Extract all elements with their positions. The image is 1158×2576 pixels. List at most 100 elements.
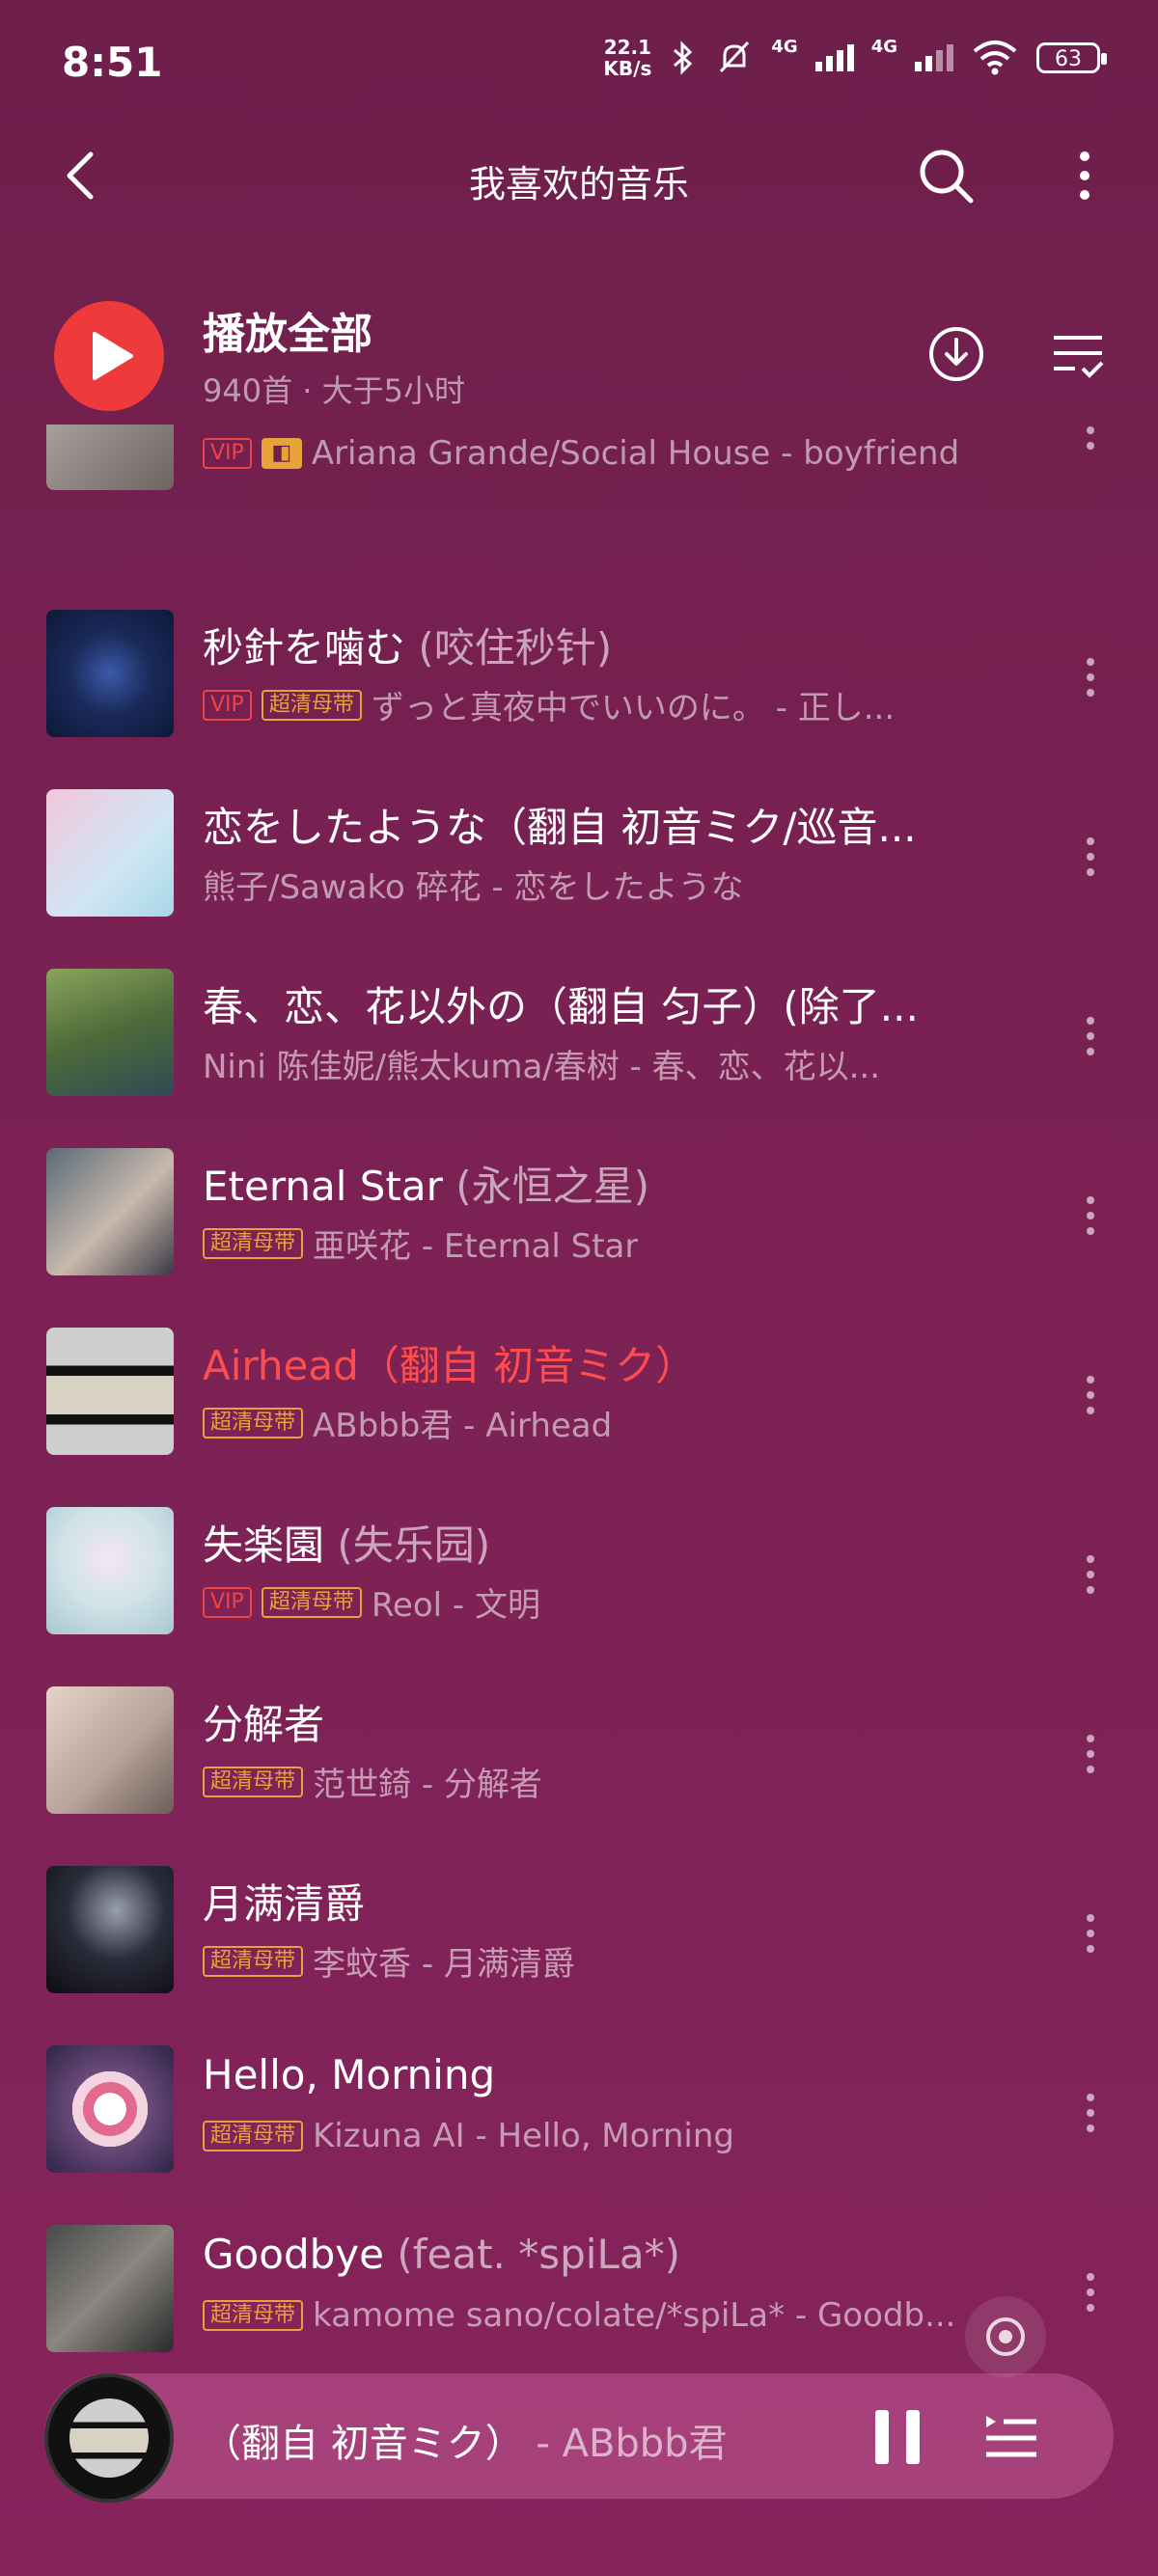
- song-more-icon[interactable]: [1071, 1725, 1110, 1783]
- mute-bell-icon: [720, 41, 750, 73]
- play-all-row[interactable]: 播放全部 940首 · 大于5小时: [0, 280, 1158, 425]
- song-title: 月满清爵: [203, 1872, 994, 1931]
- song-title: Eternal Star (永恒之星): [203, 1154, 994, 1213]
- song-title-text: Eternal Star: [203, 1163, 443, 1210]
- hq-badge: 超清母带: [203, 1945, 304, 1977]
- song-artist-album: ずっと真夜中でいいのに。 - 正し...: [371, 689, 896, 727]
- album-cover: [46, 2225, 174, 2352]
- song-title-text: Hello, Morning: [203, 2051, 496, 2098]
- song-title: 分解者: [203, 1692, 994, 1751]
- hq-badge: 超清母带: [203, 2121, 304, 2151]
- song-title-text: 分解者: [203, 1701, 325, 1748]
- album-cover: [46, 610, 174, 737]
- play-all-button[interactable]: [54, 301, 164, 411]
- multi-select-icon[interactable]: [1048, 324, 1108, 384]
- battery-icon: 63: [1036, 42, 1107, 73]
- song-meta: Nini 陈佳妮/熊太kuma/春树 - 春、恋、花以...: [203, 1040, 965, 1087]
- song-title: Goodbye (feat. *spiLa*): [203, 2231, 994, 2278]
- search-icon[interactable]: [915, 145, 977, 206]
- dolby-badge: ◧: [261, 438, 302, 469]
- network-speed-unit: KB/s: [603, 57, 652, 80]
- mini-player-cover: [69, 2398, 149, 2478]
- song-more-icon[interactable]: [1071, 828, 1110, 886]
- song-row-9[interactable]: 月满清爵 超清母带 李蚊香 - 月满清爵: [0, 1841, 1158, 2014]
- song-more-icon[interactable]: [1071, 1366, 1110, 1424]
- song-row-6[interactable]: Airhead（翻自 初音ミク） 超清母带 ABbbb君 - Airhead: [0, 1302, 1158, 1476]
- song-artist-album: ABbbb君 - Airhead: [313, 1407, 613, 1445]
- song-more-icon[interactable]: [1071, 425, 1110, 459]
- play-icon: [93, 332, 133, 380]
- song-title: 秒針を噛む (咬住秒针): [203, 616, 994, 674]
- song-meta: 超清母带 kamome sano/colate/*spiLa* - Goodb.…: [203, 2296, 965, 2335]
- song-artist-album: 李蚊香 - 月满清爵: [313, 1945, 575, 1984]
- network-speed: 22.1 KB/s: [603, 37, 651, 79]
- song-row-2[interactable]: 秒針を噛む (咬住秒针) VIP 超清母带 ずっと真夜中でいいのに。 - 正し.…: [0, 585, 1158, 758]
- song-list[interactable]: boyfriendE VIP ◧ Ariana Grande/Social Ho…: [0, 425, 1158, 2354]
- song-count: 940首 · 大于5小时: [203, 372, 465, 409]
- song-meta: 超清母带 范世錡 - 分解者: [203, 1758, 965, 1805]
- album-cover: [46, 1866, 174, 1993]
- song-more-icon[interactable]: [1071, 1187, 1110, 1245]
- hq-badge: 超清母带: [261, 1586, 362, 1618]
- network-speed-value: 22.1: [603, 36, 652, 59]
- song-meta: 熊子/Sawako 碎花 - 恋をしたような: [203, 861, 965, 908]
- song-row-5[interactable]: Eternal Star (永恒之星) 超清母带 亜咲花 - Eternal S…: [0, 1123, 1158, 1297]
- song-title: Airhead（翻自 初音ミク）: [203, 1333, 994, 1392]
- song-artist-album: Ariana Grande/Social House - boyfriend: [311, 434, 960, 473]
- bluetooth-icon: [674, 41, 693, 75]
- song-meta: VIP ◧ Ariana Grande/Social House - boyfr…: [203, 434, 965, 473]
- more-options-icon[interactable]: [1062, 145, 1108, 206]
- album-cover: [46, 1507, 174, 1634]
- song-title-text: 秒針を噛む: [203, 624, 406, 671]
- mini-player-track: （翻自 初音ミク） - ABbbb君: [203, 2412, 820, 2468]
- network-type-1: 4G: [771, 37, 798, 57]
- song-title: Hello, Morning: [203, 2051, 994, 2098]
- mini-player-song: （翻自 初音ミク）: [203, 2422, 524, 2466]
- song-title-text: 失楽園: [203, 1521, 325, 1569]
- song-artist-album: Nini 陈佳妮/熊太kuma/春树 - 春、恋、花以...: [203, 1048, 881, 1086]
- locate-icon: [986, 2317, 1025, 2356]
- song-row-1[interactable]: boyfriendE VIP ◧ Ariana Grande/Social Ho…: [0, 425, 1158, 511]
- song-meta: VIP 超清母带 ずっと真夜中でいいのに。 - 正し...: [203, 681, 965, 728]
- network-type-2: 4G: [870, 37, 897, 57]
- song-more-icon[interactable]: [1071, 1546, 1110, 1603]
- song-title-translation: (feat. *spiLa*): [383, 2231, 680, 2278]
- song-artist-album: 亜咲花 - Eternal Star: [313, 1227, 639, 1266]
- song-artist-album: 范世錡 - 分解者: [313, 1766, 542, 1804]
- mini-player-disc[interactable]: [44, 2373, 174, 2503]
- song-row-4[interactable]: 春、恋、花以外の（翻自 匀子）(除了... Nini 陈佳妮/熊太kuma/春树…: [0, 944, 1158, 1117]
- pause-icon-bar-right: [906, 2410, 920, 2464]
- song-row-10[interactable]: Hello, Morning 超清母带 Kizuna AI - Hello, M…: [0, 2020, 1158, 2194]
- song-artist-album: kamome sano/colate/*spiLa* - Goodb...: [313, 2296, 956, 2335]
- song-more-icon[interactable]: [1071, 2084, 1110, 2142]
- song-more-icon[interactable]: [1071, 1905, 1110, 1962]
- song-row-8[interactable]: 分解者 超清母带 范世錡 - 分解者: [0, 1661, 1158, 1835]
- song-meta: 超清母带 李蚊香 - 月满清爵: [203, 1937, 965, 1985]
- song-more-icon[interactable]: [1071, 2263, 1110, 2321]
- song-more-icon[interactable]: [1071, 648, 1110, 706]
- song-title-translation: (失乐园): [324, 1521, 491, 1569]
- pause-button[interactable]: [873, 2410, 922, 2464]
- header: 我喜欢的音乐: [0, 125, 1158, 232]
- song-meta: 超清母带 ABbbb君 - Airhead: [203, 1399, 965, 1446]
- song-meta: 超清母带 Kizuna AI - Hello, Morning: [203, 2117, 965, 2155]
- hq-badge: 超清母带: [203, 1407, 304, 1439]
- locate-playing-button[interactable]: [965, 2296, 1046, 2377]
- hq-badge: 超清母带: [203, 2300, 304, 2331]
- download-icon[interactable]: [926, 324, 986, 384]
- hq-badge: 超清母带: [203, 1766, 304, 1797]
- song-title-translation: (永恒之星): [442, 1163, 650, 1210]
- song-more-icon[interactable]: [1071, 1007, 1110, 1065]
- song-title-text: 月满清爵: [203, 1880, 366, 1928]
- playlist-icon[interactable]: [982, 2410, 1040, 2464]
- signal-icon-2: [915, 44, 953, 71]
- song-row-7[interactable]: 失楽園 (失乐园) VIP 超清母带 Reol - 文明: [0, 1482, 1158, 1656]
- play-all-label: 播放全部: [203, 310, 372, 359]
- vip-badge: VIP: [203, 689, 252, 721]
- song-title-text: Airhead（翻自 初音ミク）: [203, 1342, 697, 1389]
- song-title-translation: (咬住秒针): [405, 624, 613, 671]
- vip-badge: VIP: [203, 1586, 252, 1618]
- song-row-3[interactable]: 恋をしたような（翻自 初音ミク/巡音... 熊子/Sawako 碎花 - 恋をし…: [0, 764, 1158, 938]
- song-title-text: 春、恋、花以外の（翻自 匀子）(除了...: [203, 983, 919, 1030]
- pause-icon-bar-left: [875, 2410, 889, 2464]
